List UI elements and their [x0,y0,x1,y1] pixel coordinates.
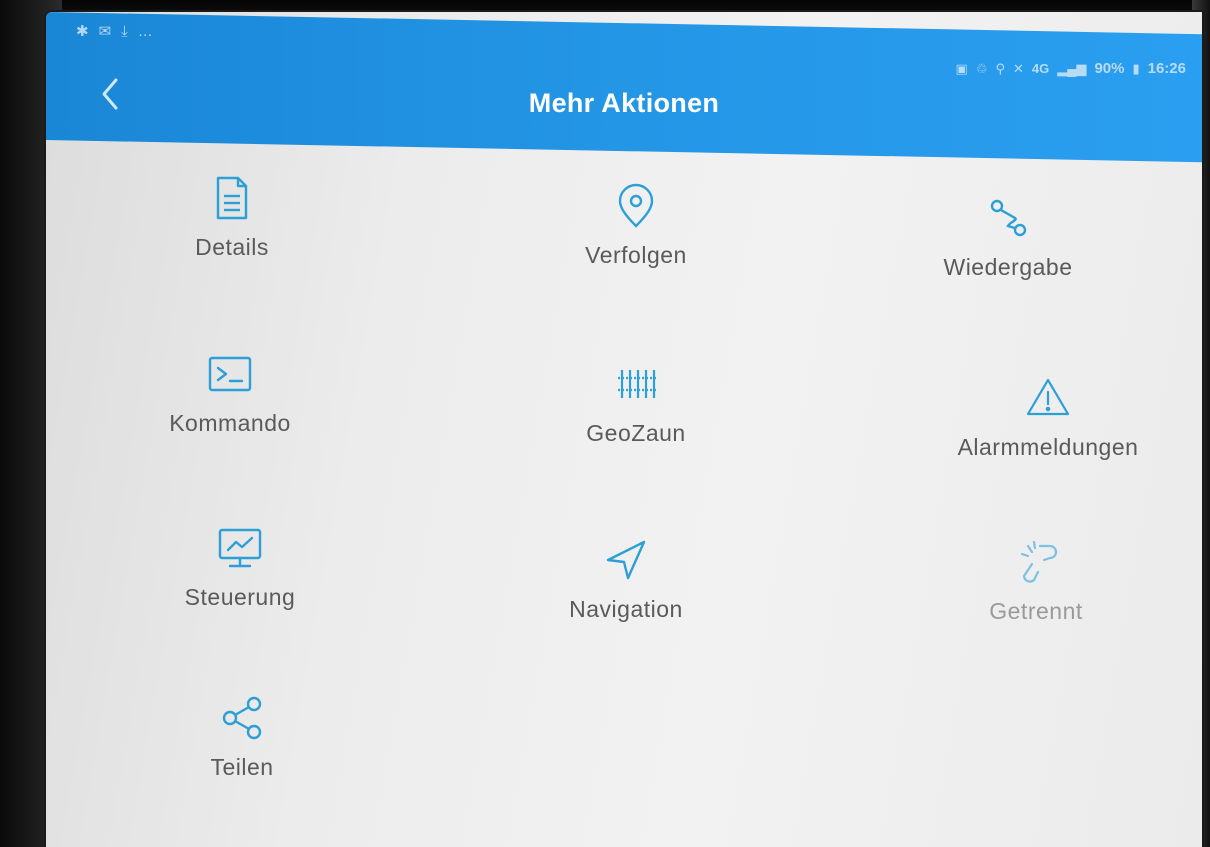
status-indicators: ▣ ♲ ⚲ ✕ 4G ▂▄▆ 90% ▮ 16:26 [955,60,1186,77]
status-notifications: ✱ ✉ ⤓ … [76,24,153,39]
action-details[interactable]: Details [122,172,342,261]
action-label: Steuerung [184,584,296,610]
action-kommando[interactable]: Kommando [120,348,340,437]
action-label: Kommando [169,410,291,436]
battery-percent: 90% [1094,60,1125,77]
sync-icon: ♲ [975,60,988,76]
mute-icon: ✕ [1012,60,1024,76]
action-navigation[interactable]: Navigation [516,534,736,623]
location-pin-icon [526,180,746,236]
route-icon [898,192,1118,248]
action-geozaun[interactable]: GeoZaun [526,358,746,447]
action-alarmmeldungen[interactable]: Alarmmeldungen [938,372,1158,461]
action-steuerung[interactable]: Steuerung [130,522,350,611]
action-label: Alarmmeldungen [957,434,1139,460]
terminal-icon [120,348,340,404]
mail-icon: ✉ [98,23,112,40]
action-label: Teilen [210,754,274,780]
signal-icon: ▂▄▆ [1057,60,1087,76]
warning-icon [938,372,1158,428]
navigation-arrow-icon [516,534,736,590]
bluetooth-icon: ✱ [76,23,89,40]
monitor-chart-icon [130,522,350,578]
document-icon [122,172,342,228]
action-label: Navigation [569,596,683,622]
action-label: GeoZaun [586,420,686,446]
more-notifications-icon: … [137,23,153,40]
action-wiedergabe[interactable]: Wiedergabe [898,192,1118,281]
image-icon: ▣ [955,60,968,76]
action-label: Wiedergabe [943,254,1073,280]
network-type: 4G [1031,61,1050,76]
status-bar: ✱ ✉ ⤓ … ▣ ♲ ⚲ ✕ 4G ▂▄▆ 90% ▮ 16:26 [46,12,1202,77]
download-icon: ⤓ [121,23,128,40]
unlink-icon [926,536,1146,592]
location-icon: ⚲ [995,60,1005,76]
battery-icon: ▮ [1132,60,1140,76]
action-label: Verfolgen [585,242,687,268]
action-label: Details [195,234,269,260]
page-title: Mehr Aktionen [528,88,720,118]
action-teilen[interactable]: Teilen [132,692,352,781]
clock: 16:26 [1147,60,1186,77]
action-label: Getrennt [989,598,1083,624]
fence-icon [526,358,746,414]
action-verfolgen[interactable]: Verfolgen [526,180,746,269]
phone-screen: ✱ ✉ ⤓ … ▣ ♲ ⚲ ✕ 4G ▂▄▆ 90% ▮ 16:26 Mehr … [46,12,1202,847]
action-getrennt[interactable]: Getrennt [926,536,1146,625]
share-icon [132,692,352,748]
